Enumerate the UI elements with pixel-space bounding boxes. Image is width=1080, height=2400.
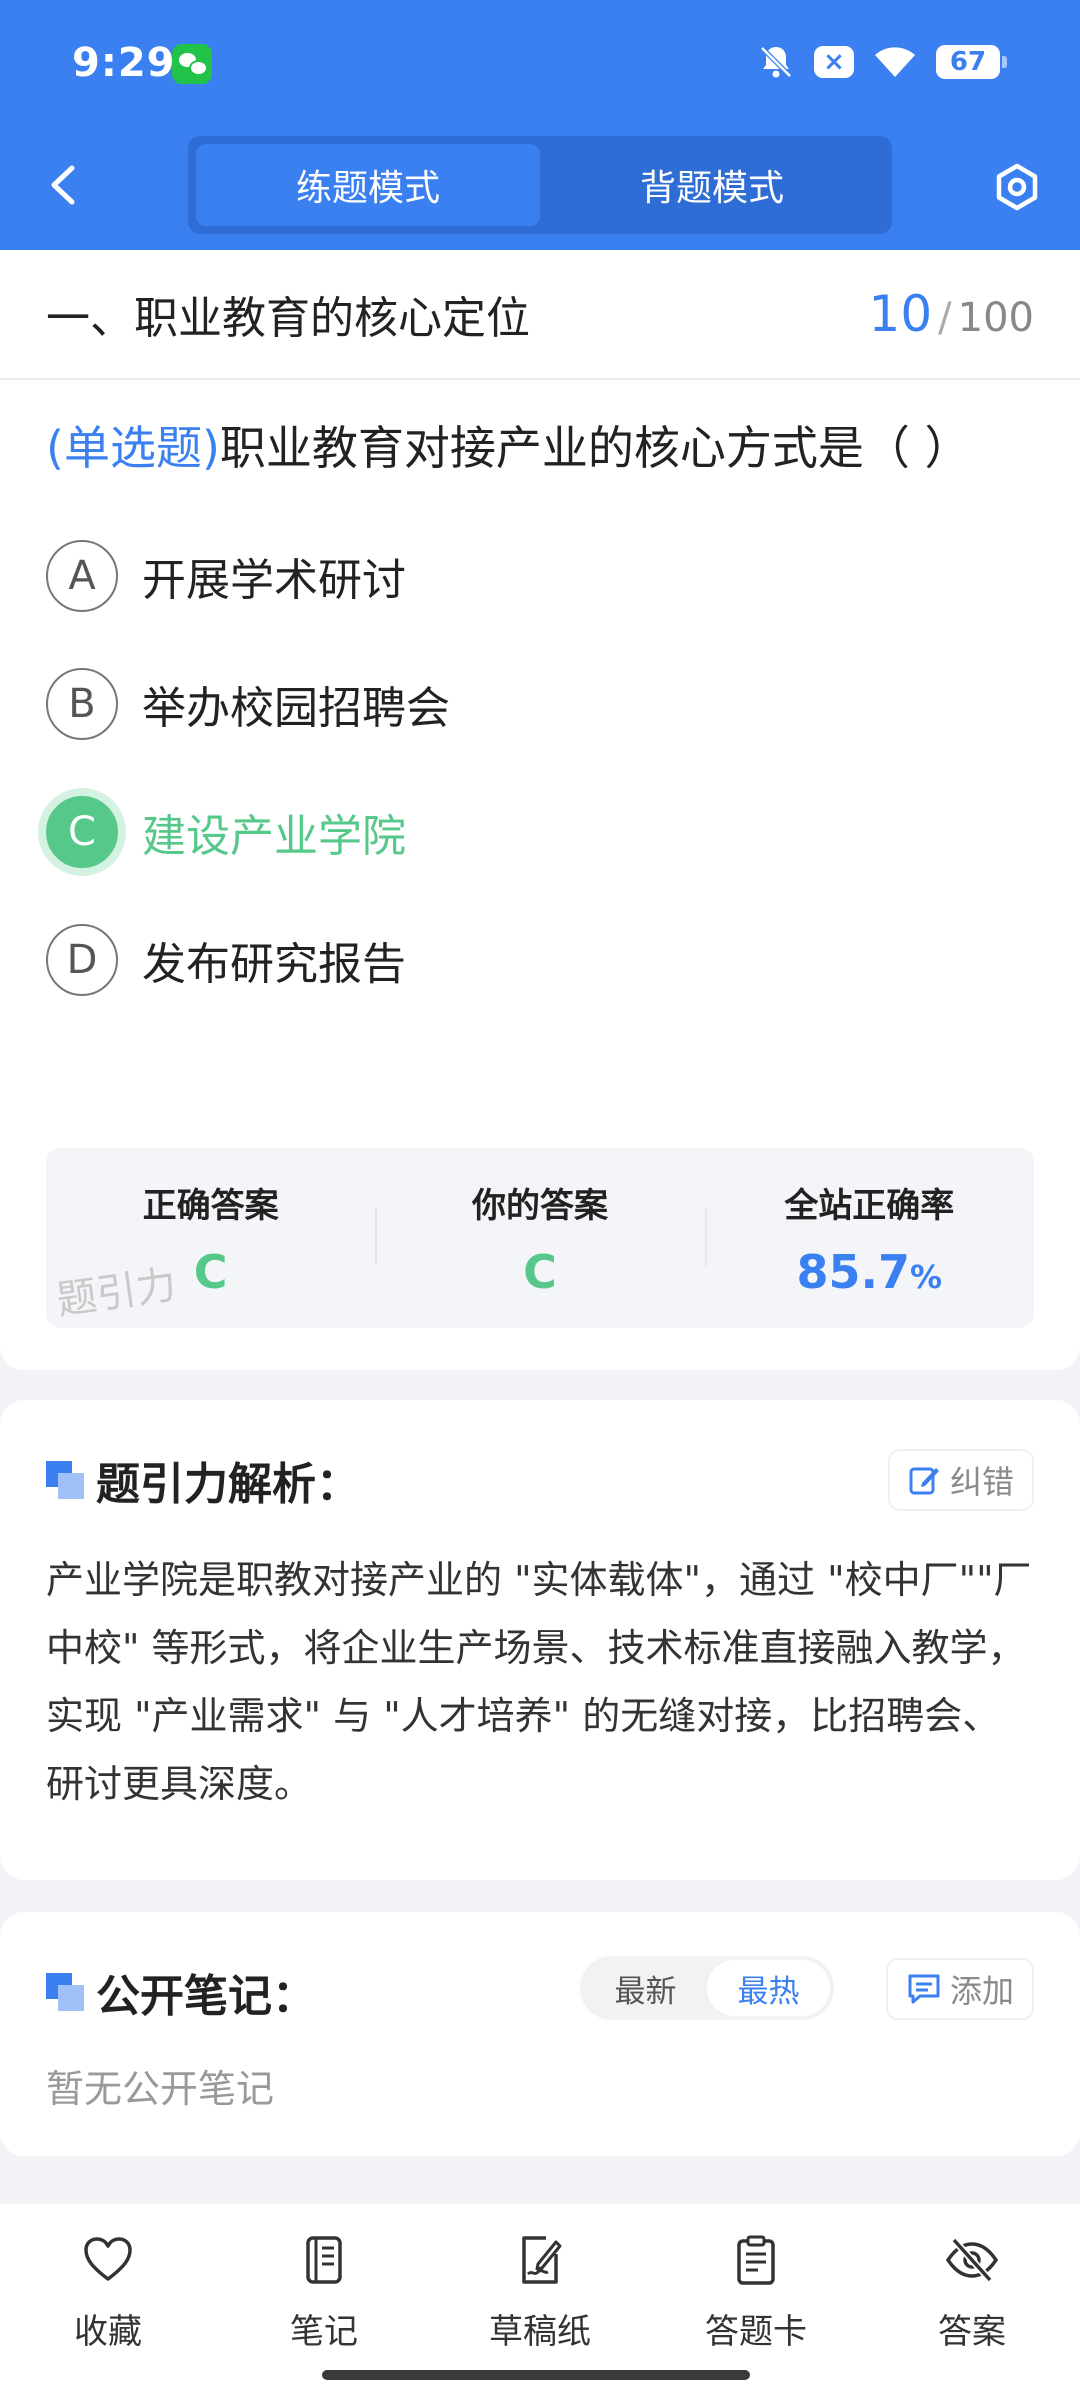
question-card: 一、职业教育的核心定位 10 / 100 (单选题)职业教育对接产业的核心方式是… <box>0 250 1080 1370</box>
wifi-icon <box>872 43 918 81</box>
draft-icon <box>522 2236 562 2284</box>
option-text: 开展学术研讨 <box>142 555 406 606</box>
accuracy-label: 全站正确率 <box>784 1185 955 1226</box>
correct-answer-value: C <box>193 1244 228 1299</box>
bell-muted-icon <box>756 42 796 82</box>
wechat-notification-icon <box>172 44 212 84</box>
status-bar: 9:29 × 67 <box>72 40 1040 90</box>
option-letter: A <box>46 540 118 612</box>
back-arrow-icon[interactable] <box>44 160 84 210</box>
settings-hexagon-icon[interactable] <box>992 162 1042 212</box>
close-badge-icon: × <box>814 46 854 78</box>
tab-memorize-mode[interactable]: 背题模式 <box>540 144 884 226</box>
option-letter: B <box>46 668 118 740</box>
accuracy-value: 85.7% <box>797 1245 943 1299</box>
report-error-button[interactable]: 纠错 <box>887 1449 1034 1511</box>
your-answer-col: 你的答案 C <box>375 1148 704 1328</box>
heart-icon <box>84 2237 132 2281</box>
tab-practice-mode[interactable]: 练题模式 <box>196 144 540 226</box>
option-text: 举办校园招聘会 <box>142 683 450 734</box>
option-d[interactable]: D 发布研究报告 <box>46 896 1034 1024</box>
option-list: A 开展学术研讨 B 举办校园招聘会 C 建设产业学院 D 发布研究报告 <box>0 512 1080 1024</box>
section-header: 一、职业教育的核心定位 10 / 100 <box>0 250 1080 380</box>
status-time: 9:29 <box>72 40 176 86</box>
counter-separator: / <box>938 295 952 341</box>
correct-answer-label: 正确答案 <box>142 1185 279 1226</box>
section-squares-icon <box>46 1461 84 1499</box>
mode-switch: 练题模式 背题模式 <box>188 136 892 234</box>
your-answer-value: C <box>523 1244 557 1299</box>
answer-sheet-label: 答题卡 <box>705 2312 807 2352</box>
accuracy-col: 全站正确率 85.7% <box>704 1148 1034 1328</box>
favorite-button[interactable]: 收藏 <box>0 2204 216 2400</box>
option-text: 发布研究报告 <box>142 939 406 990</box>
question-counter[interactable]: 10 / 100 <box>869 285 1034 343</box>
favorite-label: 收藏 <box>74 2312 142 2352</box>
analysis-card: 题引力解析： 纠错 产业学院是职教对接产业的 "实体载体"，通过 "校中厂""厂… <box>0 1400 1080 1880</box>
notes-title-group: 公开笔记： <box>46 1960 316 2024</box>
option-b[interactable]: B 举办校园招聘会 <box>46 640 1034 768</box>
sort-hottest[interactable]: 最热 <box>707 1960 830 2016</box>
battery-icon: 67 <box>936 45 1007 79</box>
question-stem: (单选题)职业教育对接产业的核心方式是（ ） <box>0 380 1080 490</box>
section-squares-icon <box>46 1973 84 2011</box>
analysis-title: 题引力解析： <box>96 1459 360 1510</box>
status-icons: × 67 <box>756 42 1007 82</box>
notes-sort-toggle: 最新 最热 <box>580 1956 834 2020</box>
option-c[interactable]: C 建设产业学院 <box>46 768 1034 896</box>
option-text: 建设产业学院 <box>142 811 406 862</box>
notebook-icon <box>306 2236 342 2284</box>
notes-empty-text: 暂无公开笔记 <box>46 2067 275 2111</box>
comment-icon <box>908 1974 940 2004</box>
add-note-label: 添加 <box>949 1972 1014 2010</box>
clipboard-icon <box>737 2235 775 2285</box>
question-type: (单选题) <box>46 421 220 475</box>
home-indicator[interactable] <box>322 2370 750 2380</box>
answer-summary: 正确答案 C 你的答案 C 全站正确率 85.7% <box>46 1148 1034 1328</box>
sort-latest[interactable]: 最新 <box>584 1960 707 2016</box>
edit-icon <box>909 1467 939 1495</box>
option-a[interactable]: A 开展学术研讨 <box>46 512 1034 640</box>
answer-button[interactable]: 答案 <box>864 2204 1080 2400</box>
answer-label: 答案 <box>938 2312 1006 2352</box>
notes-card: 公开笔记： 最新 最热 添加 暂无公开笔记 <box>0 1912 1080 2156</box>
notes-label: 笔记 <box>290 2312 358 2352</box>
analysis-title-group: 题引力解析： <box>46 1448 360 1512</box>
accuracy-unit: % <box>910 1257 943 1296</box>
report-error-label: 纠错 <box>949 1463 1014 1501</box>
counter-current: 10 <box>868 285 933 343</box>
analysis-header: 题引力解析： 纠错 <box>46 1400 1034 1560</box>
question-text: 职业教育对接产业的核心方式是（ ） <box>219 421 971 475</box>
add-note-button[interactable]: 添加 <box>885 1958 1034 2020</box>
counter-total: 100 <box>957 295 1034 341</box>
analysis-text: 产业学院是职教对接产业的 "实体载体"，通过 "校中厂""厂中校" 等形式，将企… <box>46 1558 1032 1806</box>
option-letter: C <box>46 796 118 868</box>
draft-label: 草稿纸 <box>489 2312 591 2352</box>
accuracy-number: 85.7 <box>796 1244 911 1299</box>
notes-title: 公开笔记： <box>96 1971 316 2022</box>
eye-off-icon <box>945 2237 999 2283</box>
option-letter: D <box>46 924 118 996</box>
section-title: 一、职业教育的核心定位 <box>46 293 530 344</box>
your-answer-label: 你的答案 <box>471 1185 608 1226</box>
top-header: 9:29 × 67 练题模式 背题模式 <box>0 0 1080 250</box>
